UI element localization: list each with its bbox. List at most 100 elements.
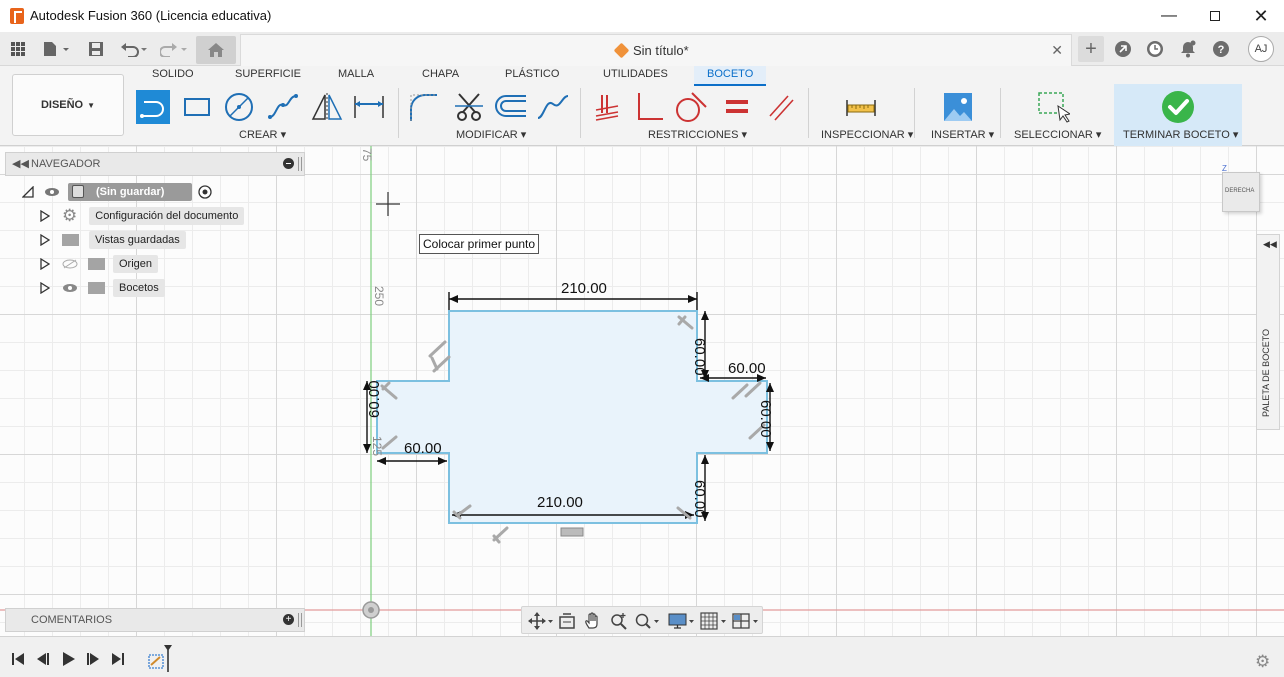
comments-panel[interactable]: COMENTARIOS + bbox=[5, 608, 305, 632]
tab-chapa[interactable]: CHAPA bbox=[422, 68, 459, 86]
fillet-tool-icon[interactable] bbox=[406, 90, 440, 124]
browser-item-document-settings[interactable]: ⚙ Configuración del documento bbox=[40, 206, 245, 226]
save-icon[interactable] bbox=[87, 38, 105, 60]
dimension-right-lower-offset[interactable]: 60.00 bbox=[691, 480, 708, 518]
timeline-sketch-feature-icon[interactable] bbox=[146, 645, 176, 675]
mirror-tool-icon[interactable] bbox=[310, 90, 344, 124]
step-forward-icon[interactable] bbox=[86, 652, 100, 666]
play-icon[interactable] bbox=[61, 652, 75, 666]
activate-radio-icon[interactable] bbox=[198, 185, 213, 199]
finish-sketch-button[interactable]: TERMINAR BOCETO ▾ bbox=[1114, 84, 1242, 146]
display-settings-icon[interactable] bbox=[668, 612, 696, 630]
collapse-arrows-icon[interactable]: ◀◀ bbox=[12, 157, 29, 170]
zoom-icon[interactable] bbox=[610, 612, 628, 630]
redo-icon[interactable] bbox=[160, 38, 190, 60]
help-icon[interactable]: ? bbox=[1211, 38, 1231, 60]
select-window-icon[interactable] bbox=[1036, 90, 1070, 124]
sketch-profile[interactable] bbox=[376, 310, 768, 524]
tab-superficie[interactable]: SUPERFICIE bbox=[235, 68, 301, 86]
maximize-icon[interactable] bbox=[1192, 0, 1238, 32]
file-menu-icon[interactable] bbox=[42, 38, 72, 60]
perpendicular-constraint-icon[interactable] bbox=[632, 90, 666, 124]
go-to-end-icon[interactable] bbox=[111, 652, 125, 666]
browser-item-origin[interactable]: Origen bbox=[40, 254, 159, 274]
insert-image-icon[interactable] bbox=[941, 90, 975, 124]
extensions-icon[interactable] bbox=[1113, 38, 1133, 60]
orbit-move-icon[interactable] bbox=[528, 612, 554, 630]
panel-drag-handle-icon[interactable] bbox=[298, 157, 302, 171]
dimension-bottom-width[interactable]: 210.00 bbox=[537, 494, 583, 511]
go-to-start-icon[interactable] bbox=[11, 652, 25, 666]
job-status-clock-icon[interactable] bbox=[1145, 38, 1165, 60]
visibility-eye-icon[interactable] bbox=[62, 283, 78, 293]
equal-constraint-icon[interactable] bbox=[720, 90, 754, 124]
fit-zoom-window-icon[interactable] bbox=[634, 612, 660, 630]
minimize-icon[interactable]: — bbox=[1146, 0, 1192, 32]
dimension-right-tab-height[interactable]: 60.00 bbox=[757, 400, 774, 438]
dimension-right-tab-width[interactable]: 60.00 bbox=[728, 360, 766, 377]
grid-settings-icon[interactable] bbox=[700, 612, 728, 630]
crear-group-label[interactable]: CREAR ▾ bbox=[239, 128, 286, 141]
project-curve-icon[interactable] bbox=[536, 90, 570, 124]
rectangle-tool-icon[interactable] bbox=[180, 90, 214, 124]
new-tab-plus-icon[interactable]: + bbox=[1078, 36, 1104, 62]
expand-triangle-icon[interactable] bbox=[40, 282, 50, 294]
dimension-top-width[interactable]: 210.00 bbox=[561, 280, 607, 297]
tangent-constraint-icon[interactable] bbox=[674, 90, 708, 124]
insertar-group-label[interactable]: INSERTAR ▾ bbox=[931, 128, 994, 141]
dimension-right-upper-offset[interactable]: 60.00 bbox=[691, 338, 708, 376]
restricciones-group-label[interactable]: RESTRICCIONES ▾ bbox=[648, 128, 747, 141]
close-document-icon[interactable]: ✕ bbox=[1051, 42, 1063, 59]
parallel-constraint-icon[interactable] bbox=[764, 90, 798, 124]
document-tab[interactable]: Sin título* ✕ bbox=[240, 34, 1072, 66]
collapse-panel-icon[interactable] bbox=[283, 158, 294, 169]
tab-malla[interactable]: MALLA bbox=[338, 68, 374, 86]
expanded-triangle-icon[interactable] bbox=[22, 186, 34, 198]
pan-hand-icon[interactable] bbox=[584, 612, 602, 630]
seleccionar-group-label[interactable]: SELECCIONAR ▾ bbox=[1014, 128, 1101, 141]
browser-item-saved-views[interactable]: Vistas guardadas bbox=[40, 230, 186, 250]
spline-tool-icon[interactable] bbox=[266, 90, 300, 124]
dimension-left-tab-width[interactable]: 60.00 bbox=[404, 440, 442, 457]
close-icon[interactable]: ✕ bbox=[1238, 0, 1284, 32]
dimension-tool-icon[interactable] bbox=[352, 90, 386, 124]
measure-ruler-icon[interactable] bbox=[844, 90, 878, 124]
browser-root-row[interactable]: (Sin guardar) bbox=[22, 182, 213, 202]
undo-icon[interactable] bbox=[120, 38, 150, 60]
look-at-icon[interactable] bbox=[558, 612, 576, 630]
inspeccionar-label: INSPECCIONAR bbox=[821, 129, 905, 141]
notifications-bell-icon[interactable] bbox=[1178, 38, 1198, 60]
tab-solido[interactable]: SOLIDO bbox=[152, 68, 194, 86]
browser-panel-header[interactable]: ◀◀ NAVEGADOR bbox=[5, 152, 305, 176]
tab-utilidades[interactable]: UTILIDADES bbox=[603, 68, 668, 86]
expand-triangle-icon[interactable] bbox=[40, 210, 50, 222]
dimension-left-tab-height[interactable]: 60.00 bbox=[366, 380, 383, 418]
sketch-palette-collapsed[interactable]: ◀◀ PALETA DE BOCETO bbox=[1256, 234, 1280, 430]
line-tool-icon[interactable] bbox=[136, 90, 170, 124]
expand-triangle-icon[interactable] bbox=[40, 234, 50, 246]
expand-arrows-icon[interactable]: ◀◀ bbox=[1263, 239, 1277, 250]
visibility-eye-icon[interactable] bbox=[44, 187, 60, 197]
data-panel-grid-icon[interactable] bbox=[9, 38, 27, 60]
panel-drag-handle-icon[interactable] bbox=[298, 613, 302, 627]
browser-item-sketches[interactable]: Bocetos bbox=[40, 278, 165, 298]
add-comment-icon[interactable]: + bbox=[283, 614, 294, 625]
tab-boceto[interactable]: BOCETO bbox=[694, 66, 767, 86]
viewports-icon[interactable] bbox=[732, 612, 760, 630]
workspace-switcher-button[interactable]: DISEÑO ▼ bbox=[12, 74, 124, 136]
home-icon[interactable] bbox=[196, 36, 236, 64]
user-avatar[interactable]: AJ bbox=[1248, 36, 1274, 62]
step-back-icon[interactable] bbox=[36, 652, 50, 666]
inspeccionar-group-label[interactable]: INSPECCIONAR ▾ bbox=[821, 128, 913, 141]
expand-triangle-icon[interactable] bbox=[40, 258, 50, 270]
offset-tool-icon[interactable] bbox=[494, 90, 528, 124]
trim-scissors-icon[interactable] bbox=[452, 90, 486, 124]
circle-tool-icon[interactable] bbox=[222, 90, 256, 124]
modificar-group-label[interactable]: MODIFICAR ▾ bbox=[456, 128, 526, 141]
view-cube[interactable]: DERECHA bbox=[1222, 172, 1260, 212]
fix-constraint-icon[interactable] bbox=[590, 90, 624, 124]
tab-plastico[interactable]: PLÁSTICO bbox=[505, 68, 559, 86]
timeline-settings-gear-icon[interactable]: ⚙ bbox=[1255, 652, 1270, 672]
terminar-label: TERMINAR BOCETO bbox=[1123, 129, 1230, 141]
hidden-eye-icon[interactable] bbox=[62, 259, 78, 269]
